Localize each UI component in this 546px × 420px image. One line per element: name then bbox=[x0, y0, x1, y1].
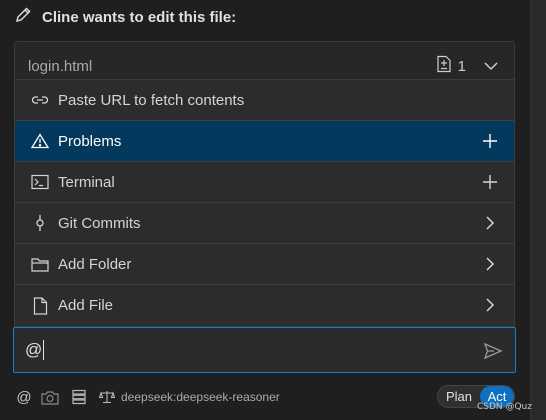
scale-icon bbox=[99, 387, 115, 407]
menu-item-label: Paste URL to fetch contents bbox=[58, 91, 245, 109]
file-name[interactable]: login.html bbox=[28, 58, 92, 75]
terminal-icon bbox=[30, 172, 50, 192]
link-icon bbox=[30, 90, 50, 110]
file-diff-icon bbox=[436, 55, 452, 77]
menu-item-paste-url[interactable]: Paste URL to fetch contents bbox=[15, 80, 514, 121]
header-title: Cline wants to edit this file: bbox=[42, 8, 237, 26]
menu-item-label: Git Commits bbox=[58, 214, 141, 232]
send-icon[interactable] bbox=[483, 341, 503, 361]
warning-icon bbox=[30, 131, 50, 151]
chevron-down-icon[interactable] bbox=[484, 58, 498, 75]
menu-item-label: Add File bbox=[58, 297, 114, 314]
menu-item-label: Terminal bbox=[58, 173, 115, 191]
menu-item-add-folder[interactable]: Add Folder bbox=[15, 244, 514, 285]
chevron-right-icon[interactable] bbox=[480, 213, 500, 233]
menu-item-add-file[interactable]: Add File bbox=[15, 285, 514, 326]
menu-item-label: Add Folder bbox=[58, 255, 132, 273]
menu-item-label: Problems bbox=[58, 132, 122, 150]
camera-icon[interactable] bbox=[41, 387, 59, 407]
model-name: deepseek:deepseek-reasoner bbox=[121, 390, 280, 404]
file-icon bbox=[30, 296, 50, 316]
menu-item-git-commits[interactable]: Git Commits bbox=[15, 203, 514, 244]
chevron-right-icon[interactable] bbox=[480, 254, 500, 274]
file-diff-count: 1 bbox=[457, 57, 466, 75]
mention-button[interactable]: @ bbox=[15, 387, 33, 407]
plus-icon[interactable] bbox=[480, 172, 500, 192]
edit-request-header: Cline wants to edit this file: bbox=[14, 6, 236, 28]
file-diff-meta: 1 bbox=[436, 55, 498, 77]
server-icon[interactable] bbox=[71, 387, 87, 407]
menu-item-problems[interactable]: Problems bbox=[15, 121, 514, 162]
chevron-right-icon[interactable] bbox=[480, 295, 500, 315]
scrollbar-track[interactable] bbox=[530, 0, 546, 420]
plus-icon[interactable] bbox=[480, 131, 500, 151]
folder-icon bbox=[30, 254, 50, 274]
chat-input[interactable]: @ bbox=[13, 327, 516, 373]
plan-mode-button[interactable]: Plan bbox=[438, 389, 480, 404]
watermark: CSDN @Quz bbox=[476, 402, 532, 412]
context-mention-menu: Paste URL to fetch contents Problems Ter… bbox=[14, 79, 515, 327]
pencil-icon bbox=[14, 6, 32, 28]
chat-input-value[interactable]: @ bbox=[25, 340, 45, 360]
model-selector[interactable]: deepseek:deepseek-reasoner bbox=[99, 387, 280, 407]
text-caret bbox=[43, 340, 45, 360]
menu-item-terminal[interactable]: Terminal bbox=[15, 162, 514, 203]
git-commit-icon bbox=[30, 213, 50, 233]
